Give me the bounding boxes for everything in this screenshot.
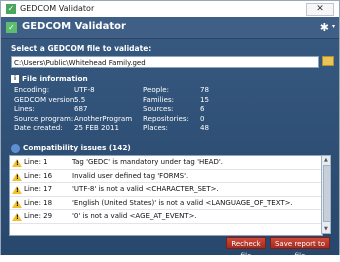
header-bar: ✓ GEDCOM Validator ✱ ▾ [1,17,339,39]
list-item[interactable]: ! Line: 18 'English (United States)' is … [10,197,322,211]
app-window: ✓ GEDCOM Validator ✕ ✓ GEDCOM Validator … [0,0,340,260]
info-key: Lines: [14,104,35,114]
main-panel: Select a GEDCOM file to validate: C:\Use… [1,39,339,260]
info-key: GEDCOM version: [14,94,77,104]
warning-icon: ! [12,159,22,167]
info-row: Date created: 25 FEB 2011 Places: 48 [14,123,334,133]
file-select-label: Select a GEDCOM file to validate: [11,44,152,53]
warning-icon: ! [12,186,22,195]
info-row: Source program: AnotherProgram Repositor… [14,114,334,124]
issue-message: 'UTF-8' is not a valid <CHARACTER_SET>. [72,185,219,194]
scroll-down-icon[interactable]: ▼ [324,226,328,232]
warning-icon: ! [12,213,22,222]
app-check-icon: ✓ [6,4,16,14]
info-icon: i [11,75,19,83]
close-button[interactable]: ✕ [306,3,334,16]
info-key: Encoding: [14,85,50,94]
info-key: Date created: [14,123,63,133]
list-item[interactable]: ! Line: 17 'UTF-8' is not a valid <CHARA… [10,183,322,197]
list-item[interactable]: ! Line: 29 '0' is not a valid <AGE_AT_EV… [10,210,322,224]
info-key: People: [143,85,169,94]
issue-line: Line: 29 [24,212,53,221]
file-info-label: File information [22,74,88,83]
folder-icon[interactable] [322,56,334,66]
compat-label: Compatibility issues (142) [23,143,131,152]
info-row: GEDCOM version: 5.5 Families: 15 [14,95,334,105]
info-value: AnotherProgram [74,113,133,123]
issues-scrollbar[interactable]: ▲ ▼ [321,155,331,234]
info-key: Sources: [143,104,174,114]
issues-list[interactable]: ! Line: 1 Tag 'GEDC' is mandatory under … [9,155,323,236]
info-value: 78 [200,85,210,94]
issue-message: Tag 'GEDC' is mandatory under tag 'HEAD'… [72,158,224,166]
gear-icon[interactable]: ✱ [320,21,329,34]
issue-line: Line: 18 [24,198,53,207]
info-value: 15 [200,94,210,104]
scroll-thumb[interactable] [323,165,331,222]
info-value: 6 [200,104,205,114]
info-value: 25 FEB 2011 [74,123,120,133]
info-value: 687 [74,104,88,114]
file-info-grid: Encoding: UTF-8 People: 78 GEDCOM versio… [14,85,334,133]
file-path-input[interactable]: C:\Users\Public\Whitehead Family.ged [11,56,319,68]
chevron-down-icon[interactable]: ▾ [332,23,335,30]
issue-message: Invalid user defined tag 'FORMS'. [72,171,189,180]
file-info-title: i File information [11,74,88,83]
title-bar: ✓ GEDCOM Validator ✕ [1,1,339,18]
validator-check-icon: ✓ [6,22,17,33]
window-title: GEDCOM Validator [20,4,95,13]
info-key: Source program: [14,113,74,123]
warning-icon: ! [12,199,22,208]
info-value: 5.5 [74,94,86,104]
info-key: Families: [143,94,175,104]
info-key: Places: [143,123,168,133]
info-value: UTF-8 [74,85,95,94]
issue-line: Line: 17 [24,185,53,194]
warning-icon: ! [12,172,22,181]
issue-line: Line: 16 [24,171,53,180]
list-item[interactable]: ! Line: 1 Tag 'GEDC' is mandatory under … [10,156,322,170]
issue-message: 'English (United States)' is not a valid… [72,198,293,207]
save-report-button[interactable]: Save report to file [270,237,330,260]
issue-line: Line: 1 [24,158,48,166]
info-value: 0 [200,113,205,123]
header-title: GEDCOM Validator [22,21,126,32]
list-item[interactable]: ! Line: 16 Invalid user defined tag 'FOR… [10,170,322,184]
scroll-up-icon[interactable]: ▲ [324,157,328,163]
info-row: Lines: 687 Sources: 6 [14,104,334,114]
info-row: Encoding: UTF-8 People: 78 [14,85,334,95]
issue-message: '0' is not a valid <AGE_AT_EVENT>. [72,212,197,221]
recheck-file-button[interactable]: Recheck file [226,237,266,260]
compat-title: Compatibility issues (142) [11,143,131,153]
compat-icon [11,143,20,153]
info-value: 48 [200,123,210,133]
info-key: Repositories: [143,113,189,123]
